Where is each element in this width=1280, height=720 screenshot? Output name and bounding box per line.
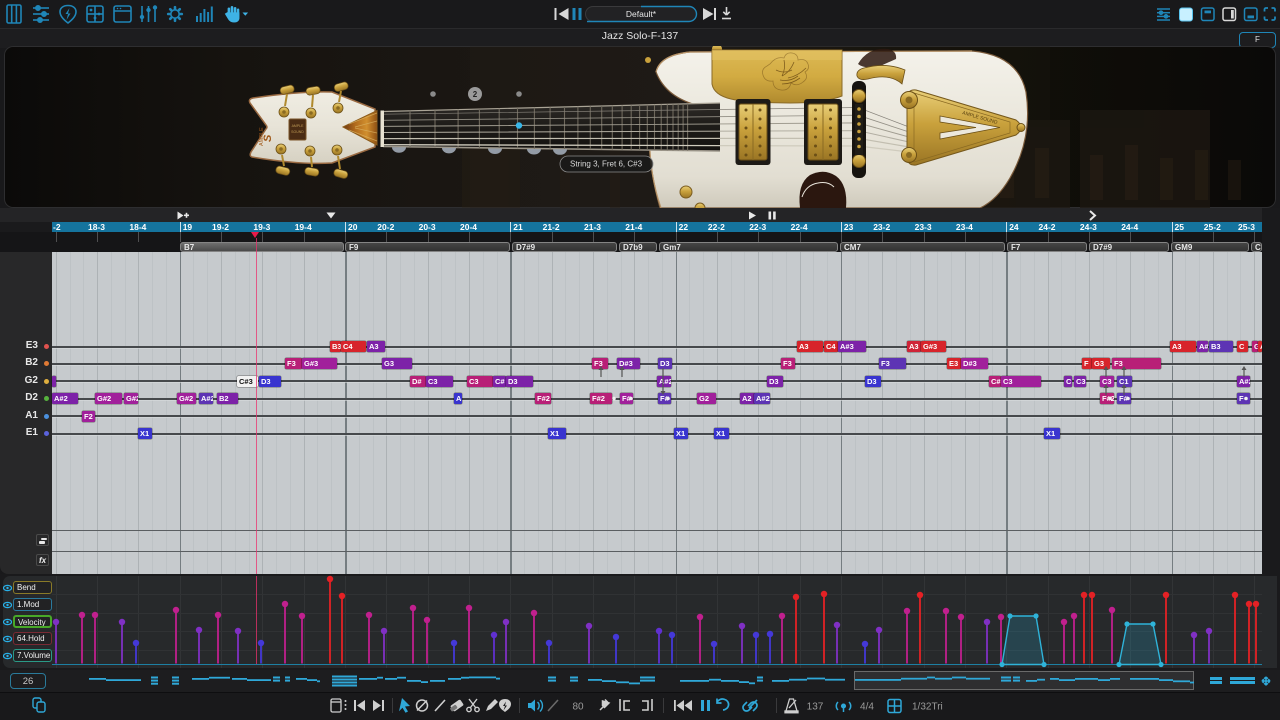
svg-text:137: 137 xyxy=(807,702,824,713)
svg-text:80: 80 xyxy=(572,702,584,713)
svg-text:1/32Tri: 1/32Tri xyxy=(912,702,943,713)
svg-text:4/4: 4/4 xyxy=(860,702,874,713)
